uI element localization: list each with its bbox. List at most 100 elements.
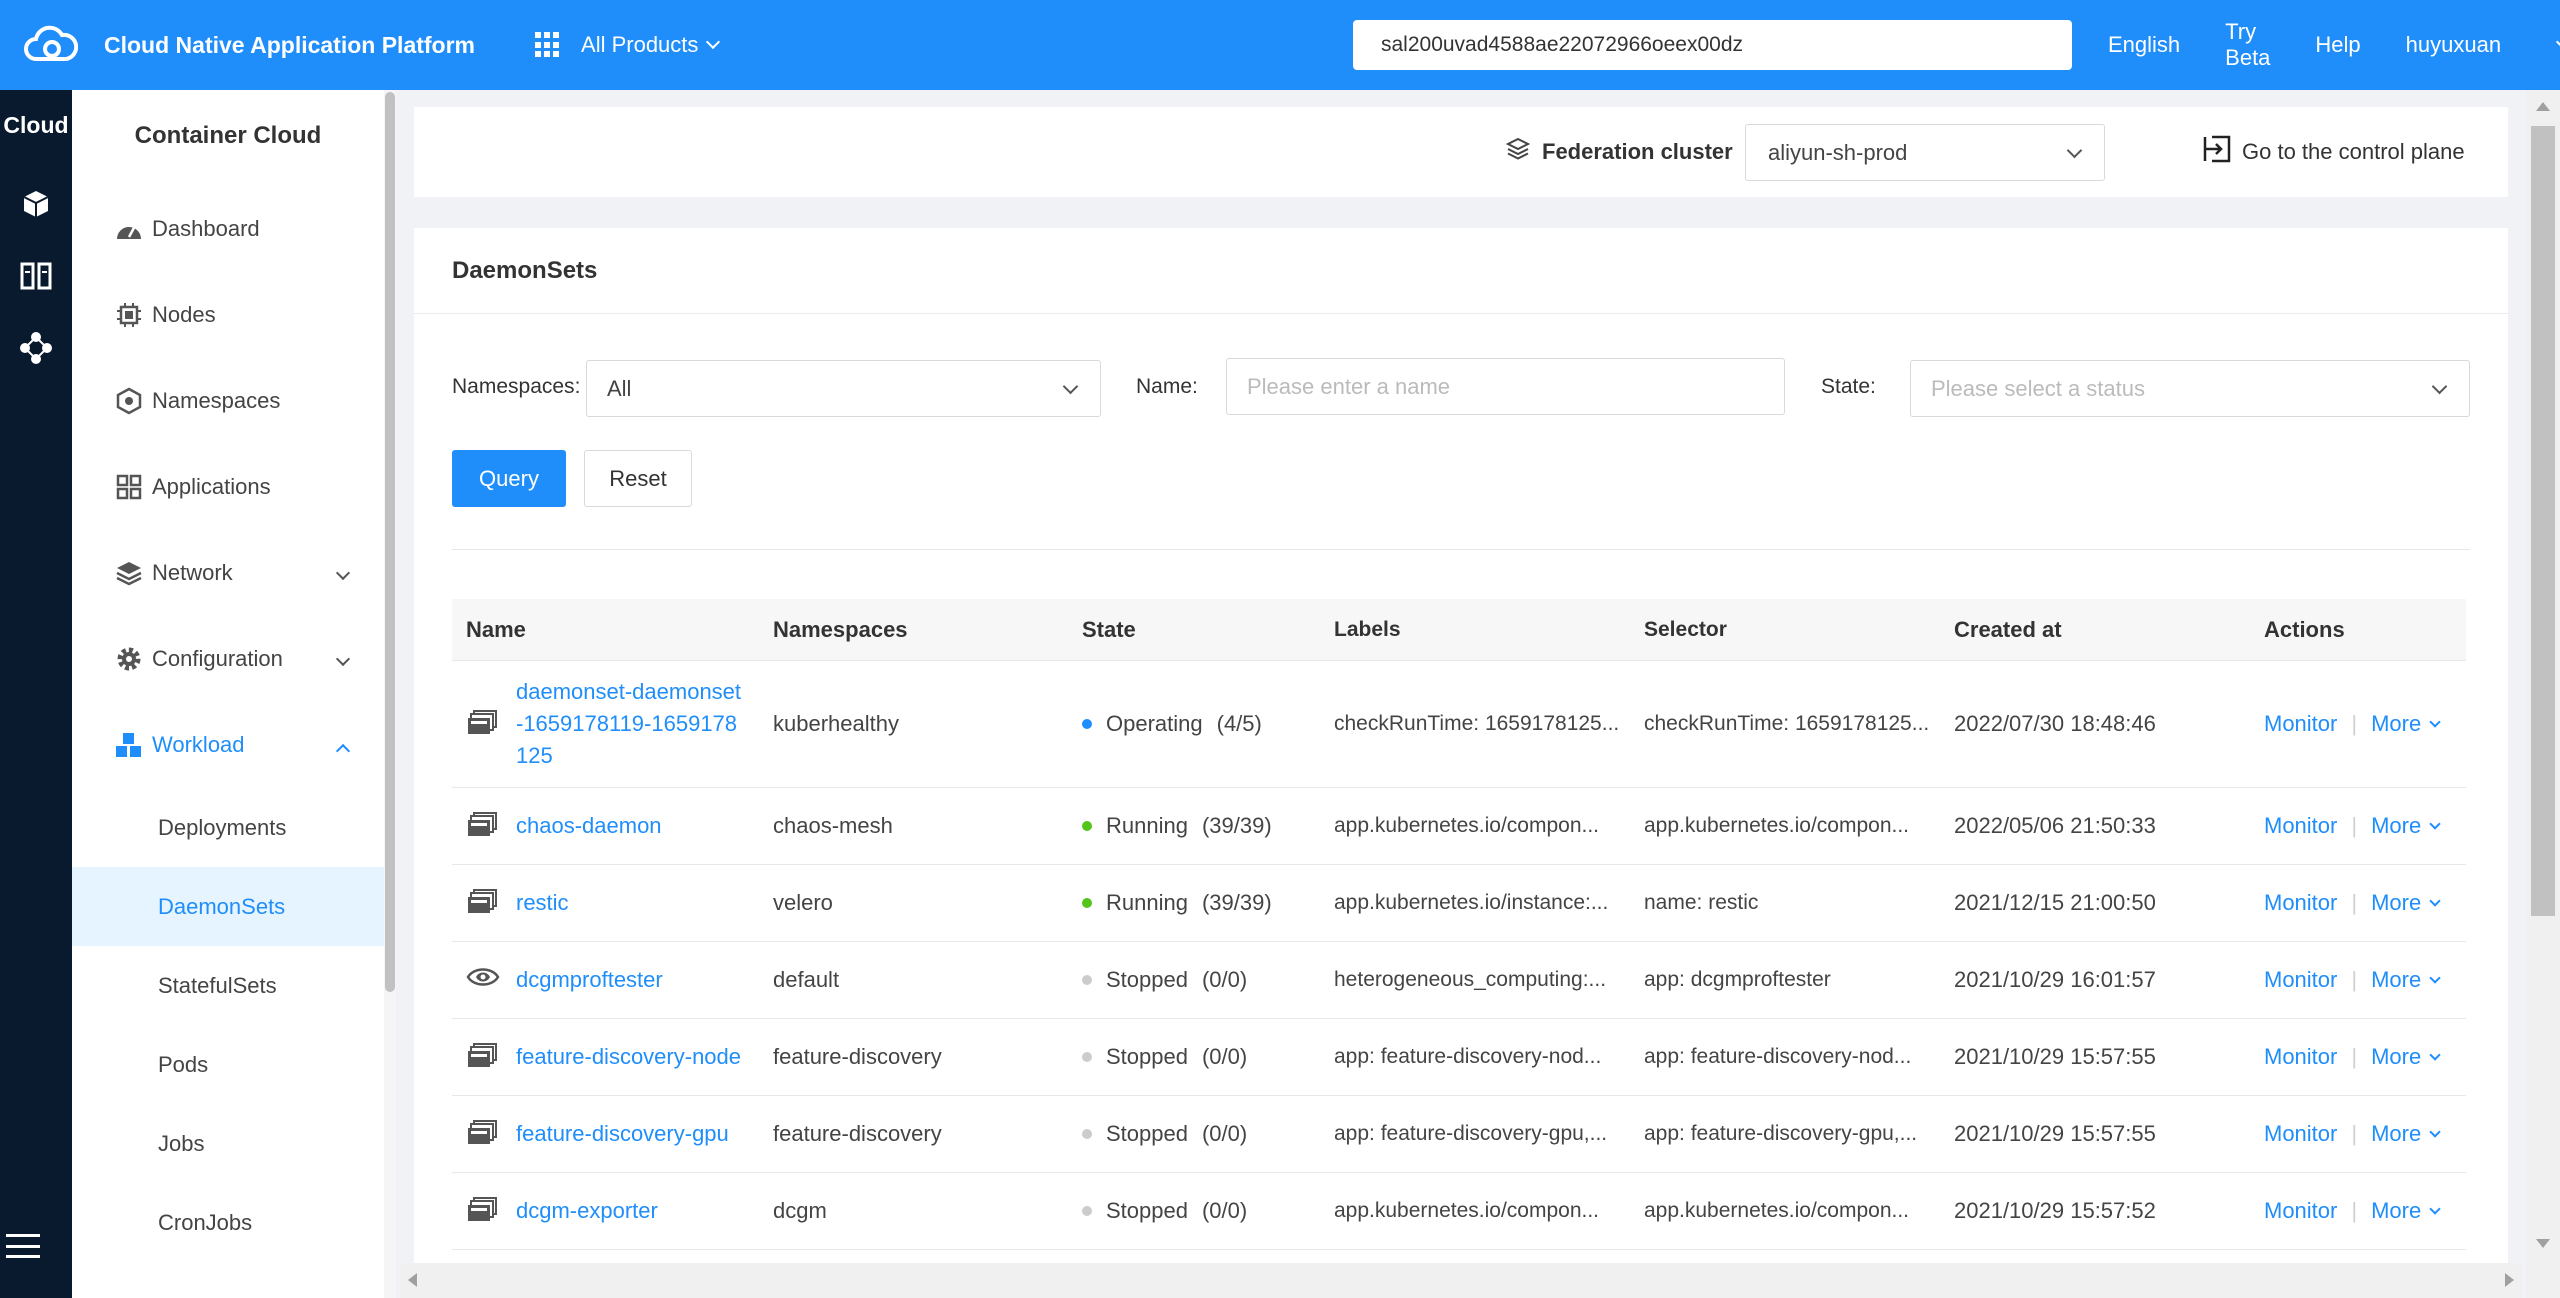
cell-labels[interactable]: app: feature-discovery-gpu,... bbox=[1334, 1096, 1629, 1172]
scrollbar-thumb[interactable] bbox=[2531, 126, 2555, 916]
chevron-down-icon bbox=[1062, 378, 1079, 395]
column-header-labels[interactable]: Labels bbox=[1334, 599, 1629, 660]
sidebar-item-label: Workload bbox=[152, 732, 245, 757]
more-dropdown[interactable]: More bbox=[2371, 813, 2441, 839]
cell-selector[interactable]: app: dcgmproftester bbox=[1644, 942, 1939, 1018]
monitor-link[interactable]: Monitor bbox=[2264, 711, 2337, 737]
try-beta-link[interactable]: Try Beta bbox=[2225, 19, 2270, 71]
scrollbar-thumb[interactable] bbox=[385, 92, 395, 992]
cell-labels[interactable]: checkRunTime: 1659178125... bbox=[1334, 661, 1629, 787]
daemonset-name-link[interactable]: dcgm-exporter bbox=[516, 1195, 658, 1227]
cell-namespace: kuberhealthy bbox=[773, 711, 899, 736]
sidebar-item-nodes[interactable]: Nodes bbox=[72, 272, 384, 358]
daemonset-name-link[interactable]: dcgmproftester bbox=[516, 964, 663, 996]
state-select[interactable]: Please select a status bbox=[1910, 360, 2470, 417]
scroll-up-icon[interactable] bbox=[2536, 102, 2550, 111]
federation-cluster-label: Federation cluster bbox=[1505, 107, 1733, 197]
sidebar-item-label: Configuration bbox=[152, 646, 283, 671]
federation-cluster-select[interactable]: aliyun-sh-prod bbox=[1745, 124, 2105, 181]
cell-selector[interactable]: app.kubernetes.io/compon... bbox=[1644, 788, 1939, 864]
action-separator: | bbox=[2351, 1121, 2358, 1146]
sidebar-subitem-deployments[interactable]: Deployments bbox=[72, 788, 384, 867]
daemonset-name-link[interactable]: daemonset-daemonset -1659178119-1659178 12… bbox=[516, 676, 741, 772]
cell-name: chaos-daemon bbox=[466, 788, 766, 864]
go-to-control-plane-link[interactable]: Go to the control plane bbox=[2202, 107, 2465, 197]
help-link[interactable]: Help bbox=[2315, 32, 2360, 58]
sidebar-subitem-pods[interactable]: Pods bbox=[72, 1025, 384, 1104]
more-dropdown[interactable]: More bbox=[2371, 1044, 2441, 1070]
column-header-actions: Actions bbox=[2264, 616, 2345, 642]
column-header-created-at[interactable]: Created at bbox=[1954, 599, 2254, 660]
sidebar-subitem-daemonsets[interactable]: DaemonSets bbox=[72, 867, 384, 946]
sidebar-item-namespaces[interactable]: Namespaces bbox=[72, 358, 384, 444]
cube-icon[interactable] bbox=[0, 168, 72, 240]
monitor-link[interactable]: Monitor bbox=[2264, 1198, 2337, 1224]
global-search-input[interactable]: sal200uvad4588ae22072966oeex00dz bbox=[1353, 20, 2072, 70]
sidebar-subitem-jobs[interactable]: Jobs bbox=[72, 1104, 384, 1183]
daemonset-name-link[interactable]: feature-discovery-node bbox=[516, 1041, 741, 1073]
cell-name: dcgmproftester bbox=[466, 942, 766, 1018]
sidebar-subitem-cronjobs[interactable]: CronJobs bbox=[72, 1183, 384, 1262]
query-button[interactable]: Query bbox=[452, 450, 566, 507]
network-nodes-icon[interactable] bbox=[0, 312, 72, 384]
scroll-right-icon[interactable] bbox=[2505, 1273, 2514, 1287]
monitor-link[interactable]: Monitor bbox=[2264, 1121, 2337, 1147]
more-dropdown[interactable]: More bbox=[2371, 1121, 2441, 1147]
namespaces-select[interactable]: All bbox=[586, 360, 1101, 417]
column-header-state[interactable]: State bbox=[1082, 599, 1322, 660]
monitor-link[interactable]: Monitor bbox=[2264, 967, 2337, 993]
daemonset-name-link[interactable]: chaos-daemon bbox=[516, 810, 662, 842]
state-text: Stopped bbox=[1106, 1044, 1188, 1069]
sidebar-item-workload[interactable]: Workload bbox=[72, 702, 384, 788]
panels-icon[interactable] bbox=[0, 240, 72, 312]
reset-button[interactable]: Reset bbox=[584, 450, 692, 507]
scroll-left-icon[interactable] bbox=[408, 1273, 417, 1287]
cell-labels[interactable]: app.kubernetes.io/instance:... bbox=[1334, 865, 1629, 941]
scroll-down-icon[interactable] bbox=[2536, 1239, 2550, 1248]
vertical-scrollbar[interactable] bbox=[2526, 90, 2560, 1298]
cell-labels[interactable]: app.kubernetes.io/compon... bbox=[1334, 1173, 1629, 1249]
sidebar-item-dashboard[interactable]: Dashboard bbox=[72, 186, 384, 272]
sidebar-scrollbar[interactable] bbox=[384, 90, 396, 1298]
name-search-input[interactable]: Please enter a name bbox=[1226, 358, 1785, 415]
monitor-link[interactable]: Monitor bbox=[2264, 1044, 2337, 1070]
daemonset-name-link[interactable]: restic bbox=[516, 887, 569, 919]
state-count: (0/0) bbox=[1201, 1121, 1248, 1146]
daemonset-name-link[interactable]: feature-discovery-gpu bbox=[516, 1118, 729, 1150]
user-menu[interactable]: huyuxuan bbox=[2406, 32, 2560, 58]
sidebar-item-network[interactable]: Network bbox=[72, 530, 384, 616]
more-dropdown[interactable]: More bbox=[2371, 711, 2441, 737]
namespaces-filter-label: Namespaces: bbox=[452, 375, 581, 398]
sidebar-item-applications[interactable]: Applications bbox=[72, 444, 384, 530]
chevron-down-icon bbox=[2431, 378, 2448, 395]
cloud-logo-icon[interactable] bbox=[22, 21, 82, 69]
cell-labels[interactable]: app.kubernetes.io/compon... bbox=[1334, 788, 1629, 864]
more-dropdown[interactable]: More bbox=[2371, 967, 2441, 993]
monitor-link[interactable]: Monitor bbox=[2264, 813, 2337, 839]
cell-labels[interactable]: heterogeneous_computing:... bbox=[1334, 942, 1629, 1018]
column-header-namespaces[interactable]: Namespaces bbox=[773, 599, 1073, 660]
monitor-link[interactable]: Monitor bbox=[2264, 890, 2337, 916]
app-title[interactable]: Cloud Native Application Platform bbox=[104, 32, 475, 59]
cell-labels[interactable]: app: feature-discovery-nod... bbox=[1334, 1019, 1629, 1095]
sidebar-subitem-statefulsets[interactable]: StatefulSets bbox=[72, 946, 384, 1025]
all-products-menu[interactable]: All Products bbox=[535, 32, 721, 58]
cell-selector[interactable]: app: feature-discovery-nod... bbox=[1644, 1019, 1939, 1095]
chevron-down-icon bbox=[2429, 1203, 2441, 1215]
more-label: More bbox=[2371, 1198, 2422, 1223]
column-header-name[interactable]: Name bbox=[466, 599, 766, 660]
cell-name: feature-discovery-gpu bbox=[466, 1096, 766, 1172]
cell-selector[interactable]: name: restic bbox=[1644, 865, 1939, 941]
hamburger-menu-icon[interactable] bbox=[6, 1234, 40, 1258]
cell-selector[interactable]: app: feature-discovery-gpu,... bbox=[1644, 1096, 1939, 1172]
language-link[interactable]: English bbox=[2108, 32, 2180, 58]
cell-namespace: feature-discovery bbox=[773, 1121, 942, 1146]
more-dropdown[interactable]: More bbox=[2371, 890, 2441, 916]
cell-selector[interactable]: app.kubernetes.io/compon... bbox=[1644, 1173, 1939, 1249]
horizontal-scrollbar[interactable] bbox=[400, 1263, 2522, 1298]
column-header-selector[interactable]: Selector bbox=[1644, 599, 1939, 660]
more-dropdown[interactable]: More bbox=[2371, 1198, 2441, 1224]
cell-selector[interactable]: checkRunTime: 1659178125... bbox=[1644, 661, 1939, 787]
cell-namespace: velero bbox=[773, 890, 833, 915]
sidebar-item-configuration[interactable]: Configuration bbox=[72, 616, 384, 702]
